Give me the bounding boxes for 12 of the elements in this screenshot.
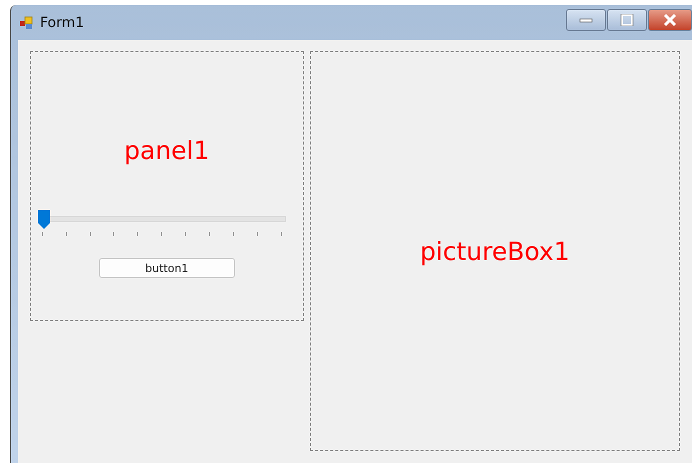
maximize-button[interactable]	[607, 9, 647, 31]
panel-label: panel1	[124, 136, 210, 165]
window-title: Form1	[40, 14, 86, 30]
close-icon	[662, 14, 678, 26]
close-button[interactable]	[648, 9, 692, 31]
button[interactable]: button1	[98, 258, 235, 278]
picture-box-label: pictureBox1	[420, 236, 570, 266]
minimize-button[interactable]	[566, 9, 606, 31]
slider[interactable]	[38, 210, 286, 238]
app-icon	[20, 16, 34, 30]
slider-thumb[interactable]	[38, 210, 50, 229]
maximize-icon	[620, 14, 634, 26]
